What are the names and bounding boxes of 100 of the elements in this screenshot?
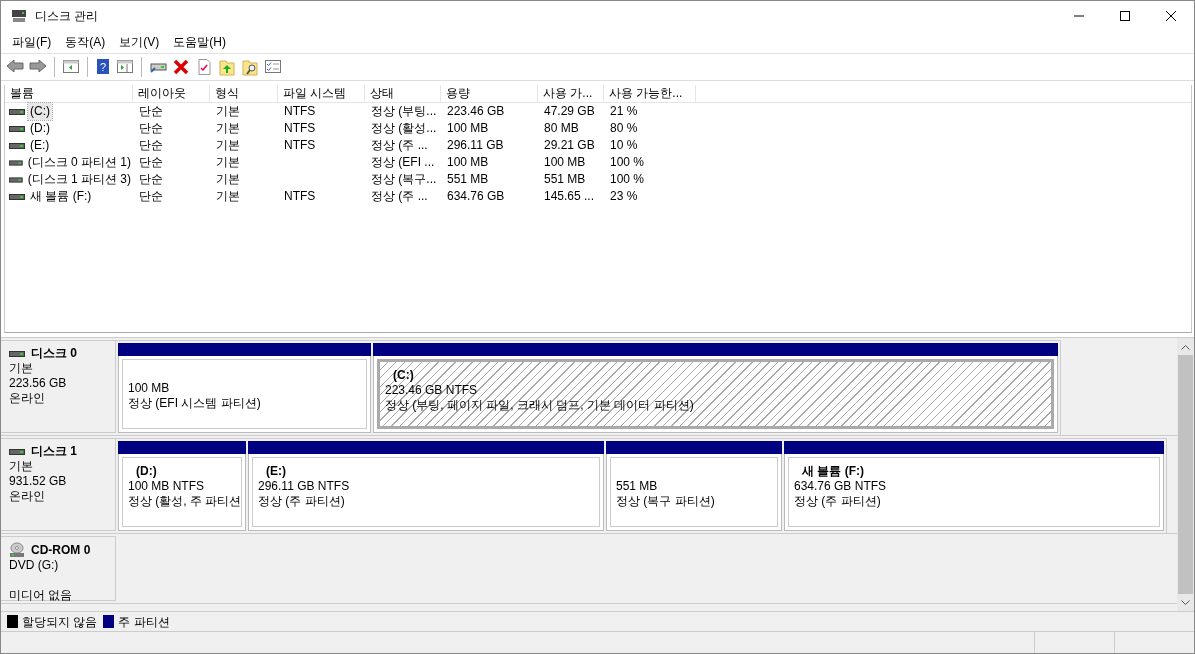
table-cell-text: NTFS <box>283 120 317 137</box>
folder-magnifier-icon[interactable] <box>241 58 259 76</box>
drive-icon <box>9 140 25 151</box>
partition-status: 정상 (주 파티션) <box>258 494 346 509</box>
partition-panel[interactable]: (D:) 100 MB NTFS 정상 (활성, 주 파티션 <box>122 457 242 527</box>
column-header[interactable]: 용량 <box>441 85 538 102</box>
table-cell-text: 100 % <box>609 171 646 188</box>
partition-status: 정상 (EFI 시스템 파티션) <box>128 396 262 411</box>
table-cell-text: 29.21 GB <box>543 137 596 154</box>
disk-name: 디스크 1 <box>31 444 77 459</box>
partition-title: (D:) <box>135 464 158 479</box>
table-cell-text: 기본 <box>215 154 241 171</box>
table-cell-text: 145.65 ... <box>543 188 596 205</box>
partition-panel[interactable]: 551 MB 정상 (복구 파티션) <box>610 457 778 527</box>
forward-icon[interactable] <box>29 58 47 76</box>
disk-name: CD-ROM 0 <box>31 542 91 558</box>
drive-icon <box>9 123 25 134</box>
partition-title: 새 볼륨 (F:) <box>801 464 865 479</box>
drive-icon <box>9 106 25 117</box>
table-cell-text: 21 % <box>609 103 639 120</box>
back-icon[interactable] <box>6 58 24 76</box>
table-cell-text: 정상 (EFI ... <box>370 154 436 171</box>
disk-type: 기본 <box>9 361 34 376</box>
disk-size: 223.56 GB <box>9 376 68 391</box>
disk-status: 온라인 <box>9 391 46 406</box>
disk-type: 기본 <box>9 459 34 474</box>
cd-drive-icon <box>9 542 25 558</box>
volume-name[interactable]: (D:) <box>28 120 52 137</box>
column-header[interactable]: 레이아웃 <box>133 85 210 102</box>
menu-item[interactable]: 도움말(H) <box>166 33 233 51</box>
scroll-up-icon[interactable] <box>1181 343 1190 350</box>
partition-panel[interactable]: (C:) 223.46 GB NTFS 정상 (부팅, 페이지 파일, 크래시 덤프, 기본 데이터 파티션) <box>377 359 1054 429</box>
column-header[interactable]: 사용 가... <box>538 85 604 102</box>
partition-panel[interactable]: 새 볼륨 (F:) 634.76 GB NTFS 정상 (주 파티션) <box>788 457 1160 527</box>
table-cell-text: 100 MB <box>446 120 490 137</box>
close-icon <box>1166 11 1176 21</box>
drive-icon <box>9 191 25 202</box>
table-cell-text: 정상 (복구... <box>370 171 438 188</box>
table-cell-text: 단순 <box>138 188 164 205</box>
disk-size: 931.52 GB <box>9 474 68 489</box>
console-tree-icon[interactable] <box>62 58 80 76</box>
table-cell-text: 기본 <box>215 171 241 188</box>
partition-size: 223.46 GB NTFS <box>385 383 479 398</box>
legend-label: 주 파티션 <box>118 613 170 631</box>
disk-name: 디스크 0 <box>31 346 77 361</box>
menu-item[interactable]: 보기(V) <box>112 33 167 51</box>
volume-name[interactable]: (디스크 0 파티션 1) <box>25 154 133 171</box>
menu-item[interactable]: 파일(F) <box>5 33 59 51</box>
checklist-icon[interactable] <box>264 58 282 76</box>
maximize-icon <box>1120 11 1130 21</box>
table-cell-text: 100 MB <box>446 154 490 171</box>
disk-status: 미디어 없음 <box>9 588 74 603</box>
volume-name[interactable]: (디스크 1 파티션 3) <box>25 171 133 188</box>
partition-title: (E:) <box>265 464 287 479</box>
help-icon[interactable]: ? <box>95 58 111 76</box>
table-cell-text: NTFS <box>283 137 317 154</box>
column-header[interactable]: 상태 <box>365 85 441 102</box>
volume-name[interactable]: (E:) <box>28 137 52 154</box>
table-cell-text: 100 MB <box>543 154 587 171</box>
volume-name[interactable]: 새 볼륨 (F:) <box>28 188 94 205</box>
scrollbar[interactable] <box>1177 338 1194 611</box>
table-cell-text: 551 MB <box>446 171 490 188</box>
partition-size: 296.11 GB NTFS <box>258 479 351 494</box>
partition-status: 정상 (주 파티션) <box>794 494 882 509</box>
column-header[interactable]: 사용 가능한... <box>604 85 696 102</box>
scroll-down-icon[interactable] <box>1181 599 1190 606</box>
table-cell-text: 단순 <box>138 103 164 120</box>
table-cell-text: NTFS <box>283 103 317 120</box>
partition-title: (C:) <box>392 368 415 383</box>
partition-status: 정상 (부팅, 페이지 파일, 크래시 덤프, 기본 데이터 파티션) <box>385 398 695 413</box>
drive-icon <box>9 174 23 185</box>
table-cell-text: 기본 <box>215 120 241 137</box>
disk-type: DVD (G:) <box>9 558 60 573</box>
delete-icon[interactable] <box>172 58 190 76</box>
table-cell-text: 기본 <box>215 137 241 154</box>
table-cell-text: 551 MB <box>543 171 587 188</box>
drive-icon <box>9 157 23 168</box>
table-cell-text: 100 % <box>609 154 646 171</box>
table-cell-text: 단순 <box>138 171 164 188</box>
column-header[interactable]: 형식 <box>210 85 278 102</box>
partition-panel[interactable]: 100 MB 정상 (EFI 시스템 파티션) <box>122 359 367 429</box>
action-pane-icon[interactable] <box>116 58 134 76</box>
table-cell-text: NTFS <box>283 188 317 205</box>
partition-panel[interactable]: (E:) 296.11 GB NTFS 정상 (주 파티션) <box>252 457 600 527</box>
volume-name[interactable]: (C:) <box>28 103 52 120</box>
partition-size: 100 MB NTFS <box>128 479 206 494</box>
menu-item[interactable]: 동작(A) <box>58 33 113 51</box>
partition-status: 정상 (복구 파티션) <box>616 494 716 509</box>
disk-management-icon <box>11 8 27 24</box>
table-cell-text: 정상 (부팅... <box>370 103 438 120</box>
table-cell-text: 223.46 GB <box>446 103 506 120</box>
folder-up-arrow-icon[interactable] <box>218 58 236 76</box>
table-cell-text: 47.29 GB <box>543 103 596 120</box>
table-cell-text: 80 MB <box>543 120 580 137</box>
table-cell-text: 기본 <box>215 103 241 120</box>
partition-size: 100 MB <box>128 381 171 396</box>
column-header[interactable]: 파일 시스템 <box>278 85 365 102</box>
table-cell-text: 80 % <box>609 120 639 137</box>
checked-document-icon[interactable] <box>195 58 213 76</box>
partition-size: 634.76 GB NTFS <box>794 479 888 494</box>
